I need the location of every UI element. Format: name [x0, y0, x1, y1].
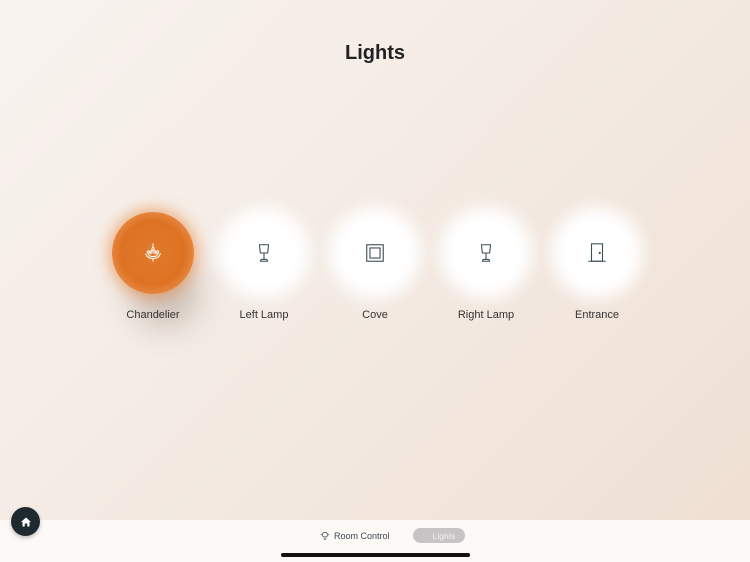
light-chandelier[interactable]: Chandelier — [103, 212, 203, 327]
light-label: Entrance — [574, 309, 620, 321]
light-label: Cove — [362, 309, 388, 321]
tab-room-control[interactable]: Room Control — [320, 528, 390, 544]
home-indicator[interactable] — [281, 553, 470, 557]
light-cove[interactable]: Cove — [325, 212, 425, 327]
chandelier-icon — [145, 243, 161, 262]
light-orb[interactable] — [445, 212, 527, 294]
door-icon — [588, 243, 606, 262]
lamp-icon — [258, 244, 270, 262]
light-entrance[interactable]: Entrance — [547, 212, 647, 327]
home-icon — [20, 517, 31, 526]
light-right-lamp[interactable]: Right Lamp — [436, 212, 536, 327]
cove-icon — [366, 244, 384, 262]
lights-row: Chandelier Left Lamp Cove Right Lamp Ent… — [0, 212, 750, 332]
tab-lights-label: Lights — [432, 530, 456, 541]
light-orb[interactable] — [223, 212, 305, 294]
lamp-icon — [480, 244, 492, 262]
light-orb[interactable] — [556, 212, 638, 294]
home-button[interactable] — [11, 507, 40, 536]
page-title: Lights — [345, 42, 405, 64]
light-orb[interactable] — [112, 212, 194, 294]
light-label: Left Lamp — [239, 309, 289, 321]
light-label: Right Lamp — [457, 309, 515, 321]
tab-room-control-label: Room Control — [334, 531, 390, 541]
light-left-lamp[interactable]: Left Lamp — [214, 212, 314, 327]
lightbulb-icon — [320, 531, 330, 540]
light-orb[interactable] — [334, 212, 416, 294]
tab-lights[interactable]: Lights — [413, 528, 465, 543]
light-label: Chandelier — [126, 309, 180, 321]
